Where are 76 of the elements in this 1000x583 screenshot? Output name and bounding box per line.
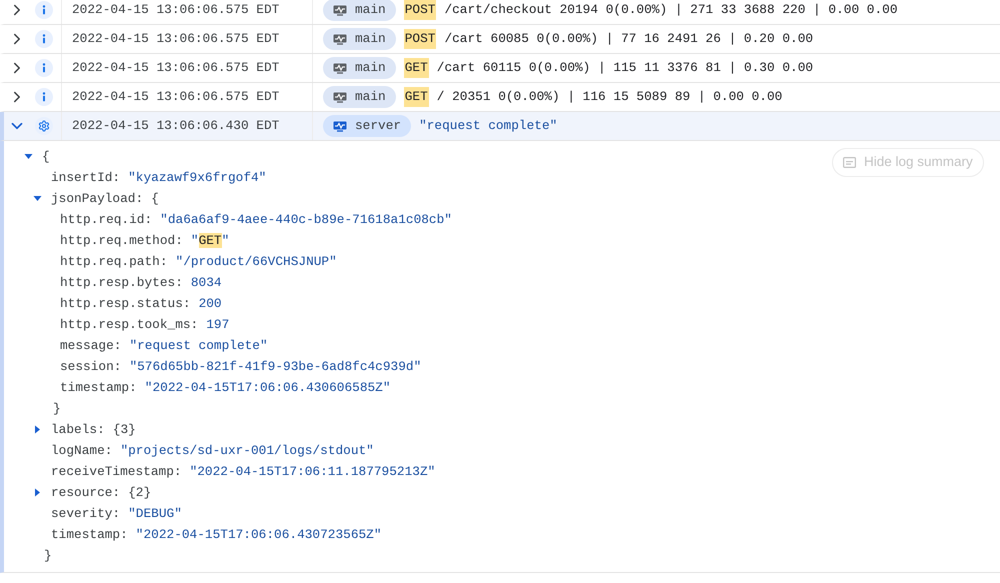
field-key: http.req.path: <box>60 252 168 272</box>
field-key: logName: <box>51 440 112 460</box>
info-icon <box>35 59 53 77</box>
gear-icon <box>35 117 53 135</box>
field-value: "2022-04-15T17:06:06.430606585Z" <box>144 378 391 397</box>
resource-chip[interactable]: main <box>323 57 396 79</box>
log-row[interactable]: 2022-04-15 13:06:06.430 EDT server "request complete" <box>0 112 1000 141</box>
timestamp-text: 2022-04-15 13:06:06.575 EDT <box>72 59 280 78</box>
log-summary: /cart/checkout 20194 0(0.00%) | 271 33 3688 220 | 0.00 0.00 <box>444 1 898 20</box>
info-icon <box>35 1 53 19</box>
field-key: http.resp.status: <box>60 294 191 314</box>
field-value: "projects/sd-uxr-001/logs/stdout" <box>120 442 374 460</box>
collapsed-summary: {3} <box>112 420 136 439</box>
field-value: "request complete" <box>129 336 268 355</box>
field-value: "2022-04-15T17:06:11.187795213Z" <box>190 462 436 481</box>
monitor-icon <box>333 92 347 102</box>
method-tag: POST <box>404 0 436 20</box>
timestamp-text: 2022-04-15 13:06:06.575 EDT <box>72 30 280 48</box>
field-key: severity: <box>51 504 120 524</box>
log-row[interactable]: 2022-04-15 13:06:06.575 EDT main POST /cart 60085 0(0.00%) | 77 16 2491 26 | 0.20 0.00 <box>0 25 1000 54</box>
field-value: "GET" <box>190 232 230 250</box>
log-row[interactable]: 2022-04-15 13:06:06.575 EDT main GET /cart 60115 0(0.00%) | 115 11 3376 81 | 0.30 0.00 <box>0 54 1000 83</box>
brace-text: { <box>151 190 159 208</box>
field-key: jsonPayload: <box>51 188 144 208</box>
field-value: 197 <box>206 316 230 334</box>
field-value: "2022-04-15T17:06:06.430723565Z" <box>136 526 382 544</box>
field-key: insertId: <box>51 168 120 188</box>
log-summary: /cart 60115 0(0.00%) | 115 11 3376 81 | 0.30 0.00 <box>436 59 814 78</box>
field-key: timestamp: <box>60 378 137 398</box>
method-tag: GET <box>404 58 429 78</box>
monitor-icon <box>333 4 347 16</box>
field-key: http.req.method: <box>60 230 183 250</box>
field-key: receiveTimestamp: <box>51 462 182 482</box>
method-tag: POST <box>404 29 436 49</box>
resource-chip[interactable]: main <box>323 86 396 108</box>
field-key: resource: <box>51 482 120 502</box>
caret-right-icon[interactable] <box>33 425 42 434</box>
log-summary: /cart 60085 0(0.00%) | 77 16 2491 26 | 0.20 0.00 <box>444 30 814 48</box>
log-row[interactable]: 2022-04-15 13:06:06.575 EDT main GET / 20351 0(0.00%) | 116 15 5089 89 | 0.00 0.00 <box>0 83 1000 112</box>
info-icon <box>35 88 53 106</box>
timestamp-text: 2022-04-15 13:06:06.575 EDT <box>72 1 280 20</box>
field-key: message: <box>60 336 122 356</box>
log-row[interactable]: 2022-04-15 13:06:06.575 EDT main POST /cart/checkout 20194 0(0.00%) | 271 33 3688 220 | 0.00 0.00 <box>0 0 1000 25</box>
field-key: http.resp.took_ms: <box>60 314 198 334</box>
field-key: timestamp: <box>51 524 128 544</box>
log-summary: "request complete" <box>419 117 558 136</box>
caret-down-icon[interactable] <box>24 152 33 161</box>
field-value: 8034 <box>190 274 222 292</box>
field-key: session: <box>60 356 122 376</box>
info-icon <box>35 30 53 48</box>
timestamp-text: 2022-04-15 13:06:06.575 EDT <box>72 88 280 106</box>
field-value: "DEBUG" <box>128 504 182 523</box>
resource-chip[interactable]: main <box>323 28 396 50</box>
collapsed-summary: {2} <box>128 484 152 502</box>
resource-chip[interactable]: main <box>323 0 396 21</box>
log-summary: / 20351 0(0.00%) | 116 15 5089 89 | 0.00 0.00 <box>436 88 782 106</box>
monitor-icon <box>333 34 347 44</box>
monitor-icon <box>333 62 347 74</box>
field-key: http.req.id: <box>60 210 152 230</box>
field-value: "576d65bb-821f-41f9-93be-6ad8fc4c939d" <box>129 358 422 376</box>
resource-chip[interactable]: server <box>323 115 412 137</box>
method-tag: GET <box>404 87 429 107</box>
field-value: "kyazawf9x6frgof4" <box>128 168 266 187</box>
monitor-icon <box>333 120 347 132</box>
brace-text: } <box>53 400 61 418</box>
field-value: "/product/66VCHSJNUP" <box>176 252 337 271</box>
caret-down-icon[interactable] <box>33 194 42 203</box>
summary-icon <box>843 157 856 168</box>
field-key: labels: <box>51 420 105 440</box>
field-key: http.resp.bytes: <box>60 272 183 292</box>
field-value: "da6a6af9-4aee-440c-b89e-71618a1c08cb" <box>160 210 452 229</box>
brace-text: } <box>44 546 52 565</box>
brace-text: { <box>42 148 50 166</box>
timestamp-text: 2022-04-15 13:06:06.430 EDT <box>72 117 280 136</box>
field-value: 200 <box>198 294 222 313</box>
caret-right-icon[interactable] <box>33 488 42 497</box>
